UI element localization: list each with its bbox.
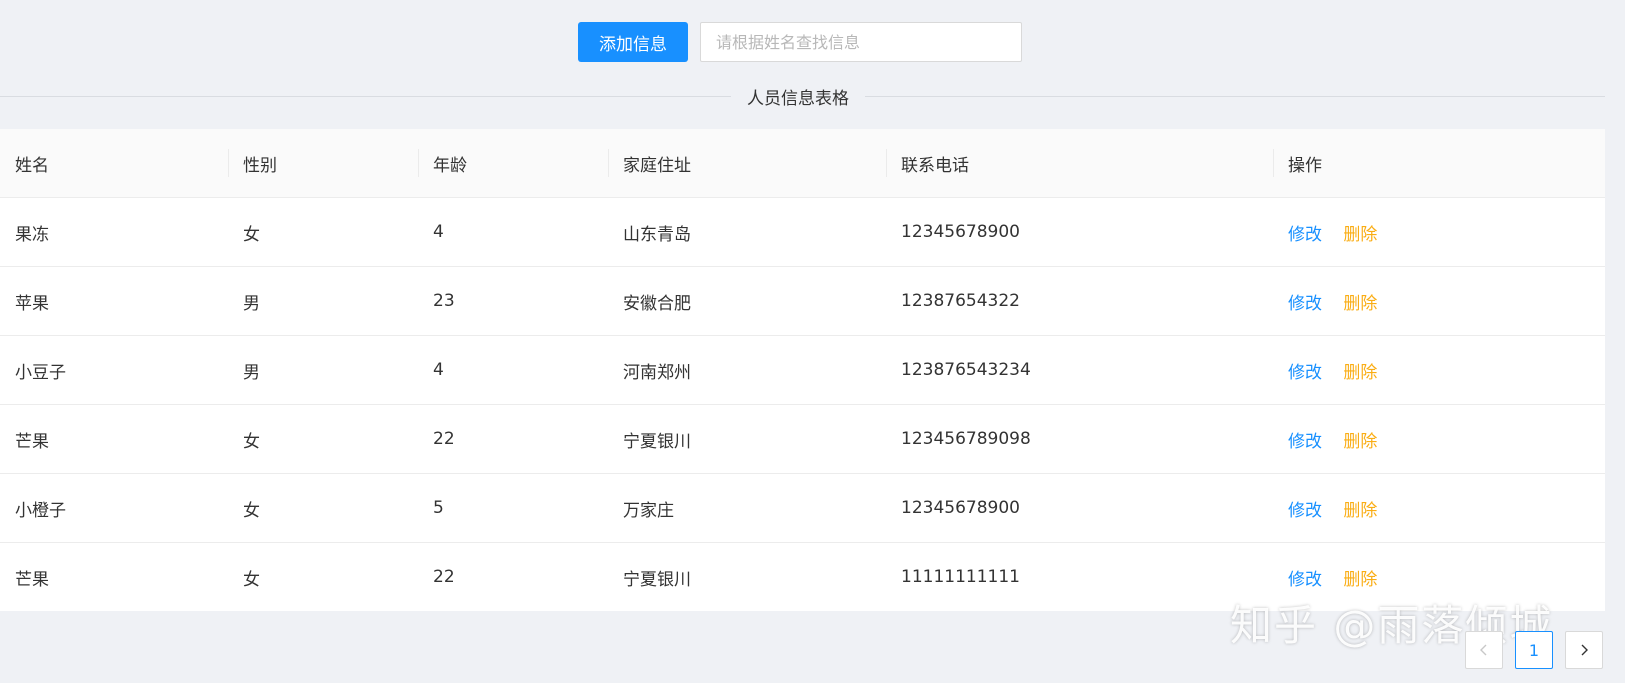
- delete-link[interactable]: 删除: [1343, 432, 1377, 452]
- prev-page-button[interactable]: [1465, 631, 1503, 669]
- delete-link[interactable]: 删除: [1343, 363, 1377, 383]
- table-header-row: 姓名 性别 年龄 家庭住址 联系电话 操作: [0, 129, 1605, 198]
- cell-address: 山东青岛: [608, 197, 886, 267]
- cell-actions: 修改 删除: [1273, 473, 1605, 543]
- chevron-left-icon: [1480, 644, 1487, 656]
- divider-line-right: [865, 95, 1605, 97]
- toolbar: 添加信息: [578, 22, 1022, 62]
- table-row: 果冻 女 4 山东青岛 12345678900 修改 删除: [0, 197, 1605, 267]
- cell-age: 22: [418, 404, 608, 474]
- cell-actions: 修改 删除: [1273, 197, 1605, 267]
- person-table: 姓名 性别 年龄 家庭住址 联系电话 操作 果冻 女 4 山东青岛 123456…: [0, 129, 1605, 611]
- delete-link[interactable]: 删除: [1343, 294, 1377, 314]
- delete-link[interactable]: 删除: [1343, 570, 1377, 590]
- edit-link[interactable]: 修改: [1288, 363, 1322, 383]
- cell-phone: 12345678900: [886, 197, 1273, 267]
- cell-address: 河南郑州: [608, 335, 886, 405]
- cell-name: 芒果: [15, 569, 49, 590]
- cell-age: 23: [418, 266, 608, 336]
- edit-link[interactable]: 修改: [1288, 225, 1322, 245]
- edit-link[interactable]: 修改: [1288, 294, 1322, 314]
- cell-age: 4: [418, 335, 608, 405]
- cell-gender: 男: [228, 335, 418, 405]
- cell-phone: 123876543234: [886, 335, 1273, 405]
- divider-line-left: [0, 95, 731, 97]
- cell-actions: 修改 删除: [1273, 266, 1605, 336]
- cell-actions: 修改 删除: [1273, 404, 1605, 474]
- cell-address: 安徽合肥: [608, 266, 886, 336]
- column-header-phone: 联系电话: [886, 129, 1273, 198]
- table-row: 芒果 女 22 宁夏银川 11111111111 修改 删除: [0, 543, 1605, 612]
- table-row: 小豆子 男 4 河南郑州 123876543234 修改 删除: [0, 335, 1605, 405]
- table-row: 小橙子 女 5 万家庄 12345678900 修改 删除: [0, 473, 1605, 543]
- cell-name: 苹果: [0, 266, 228, 336]
- cell-phone: 11111111111: [901, 567, 1020, 587]
- cell-gender: 女: [228, 404, 418, 474]
- cell-name: 芒果: [0, 404, 228, 474]
- next-page-button[interactable]: [1565, 631, 1603, 669]
- cell-actions: 修改 删除: [1273, 543, 1605, 612]
- search-input[interactable]: [700, 22, 1022, 62]
- cell-phone: 12345678900: [886, 473, 1273, 543]
- pagination: 1: [1465, 631, 1603, 669]
- page-number-button[interactable]: 1: [1515, 631, 1553, 669]
- column-header-age: 年龄: [418, 129, 608, 198]
- table-title: 人员信息表格: [747, 88, 849, 109]
- column-header-actions: 操作: [1273, 129, 1605, 198]
- column-header-gender: 性别: [228, 129, 418, 198]
- cell-gender: 男: [228, 266, 418, 336]
- delete-link[interactable]: 删除: [1343, 501, 1377, 521]
- cell-age: 4: [418, 197, 608, 267]
- edit-link[interactable]: 修改: [1288, 570, 1322, 590]
- edit-link[interactable]: 修改: [1288, 501, 1322, 521]
- chevron-right-icon: [1581, 644, 1588, 656]
- cell-address: 万家庄: [608, 473, 886, 543]
- cell-gender: 女: [228, 197, 418, 267]
- delete-link[interactable]: 删除: [1343, 225, 1377, 245]
- cell-age: 5: [418, 473, 608, 543]
- cell-age: 22: [433, 567, 455, 587]
- add-info-button[interactable]: 添加信息: [578, 22, 688, 62]
- edit-link[interactable]: 修改: [1288, 432, 1322, 452]
- cell-actions: 修改 删除: [1273, 335, 1605, 405]
- cell-gender: 女: [243, 569, 260, 590]
- column-header-name: 姓名: [0, 129, 228, 198]
- cell-phone: 12387654322: [886, 266, 1273, 336]
- cell-phone: 123456789098: [886, 404, 1273, 474]
- cell-gender: 女: [228, 473, 418, 543]
- cell-address: 宁夏银川: [608, 404, 886, 474]
- cell-name: 小橙子: [0, 473, 228, 543]
- cell-name: 果冻: [0, 197, 228, 267]
- cell-address: 宁夏银川: [623, 569, 691, 590]
- cell-name: 小豆子: [0, 335, 228, 405]
- column-header-address: 家庭住址: [608, 129, 886, 198]
- table-row: 芒果 女 22 宁夏银川 123456789098 修改 删除: [0, 404, 1605, 474]
- table-title-divider: 人员信息表格: [0, 84, 1605, 109]
- table-row: 苹果 男 23 安徽合肥 12387654322 修改 删除: [0, 266, 1605, 336]
